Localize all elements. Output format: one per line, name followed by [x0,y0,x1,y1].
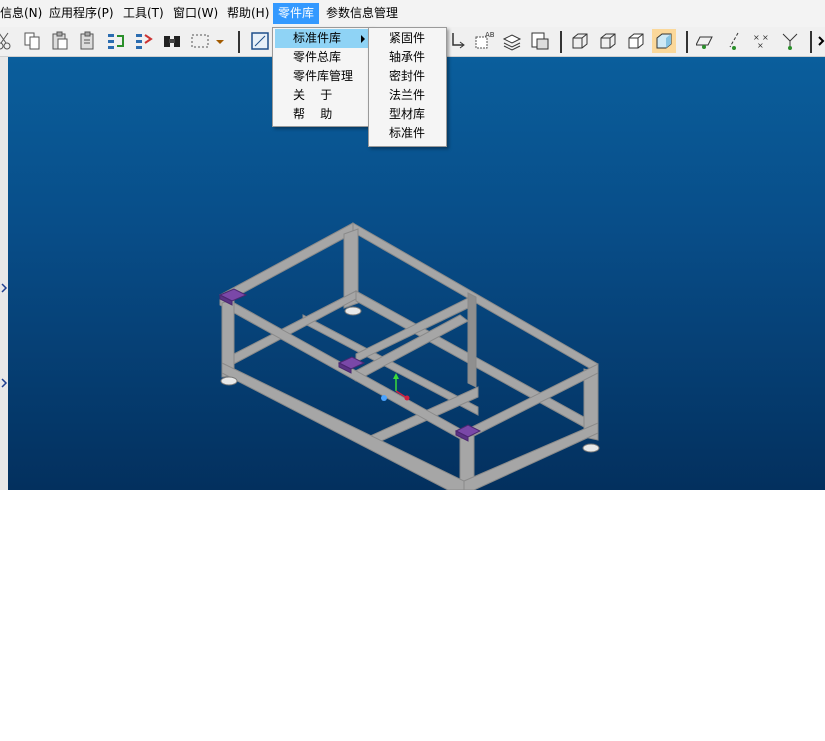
saved-views-icon[interactable] [530,31,550,51]
regen-all-icon[interactable] [134,31,154,51]
parts-library-menu: 标准件库 零件总库 零件库管理 关 于 帮 助 [272,27,374,127]
toolbar-separator [560,31,562,53]
menu-item-label: 标准件 [389,126,426,140]
submenu-item-bearings[interactable]: 轴承件 [371,48,444,67]
layers-icon[interactable] [502,31,522,51]
standard-parts-submenu: 紧固件 轴承件 密封件 法兰件 型材库 标准件 [368,27,447,147]
menu-item-label: 零件库管理 [293,69,354,83]
dropdown-icon[interactable] [214,31,226,51]
datum-icon[interactable] [448,31,468,51]
menu-bar: 信息(N) 应用程序(P) 工具(T) 窗口(W) 帮助(H) 零件库 参数信息… [0,0,825,28]
menu-param-info-management[interactable]: 参数信息管理 [321,3,403,24]
toolbar-separator [686,31,688,53]
cut-icon[interactable] [0,31,14,51]
annotation-icon[interactable]: AB [474,31,494,51]
menu-item-standard-parts-library[interactable]: 标准件库 [275,29,371,48]
menu-item-label: 标准件库 [293,31,342,45]
axis-display-icon[interactable] [724,31,744,51]
plane-display-icon[interactable] [696,31,716,51]
menu-item-label: 紧固件 [389,31,426,45]
menu-item-label: 轴承件 [389,50,426,64]
no-hidden-icon[interactable] [626,31,646,51]
submenu-item-fasteners[interactable]: 紧固件 [371,29,444,48]
menu-item-label: 法兰件 [389,88,426,102]
menu-item-about[interactable]: 关 于 [275,86,371,105]
shading-icon[interactable] [652,29,676,53]
menu-parts-library[interactable]: 零件库 [273,3,320,24]
chevron-right-icon[interactable] [0,282,8,294]
menu-info[interactable]: 信息(N) [0,3,47,24]
submenu-item-flanges[interactable]: 法兰件 [371,86,444,105]
svg-text:AB: AB [485,31,494,39]
menu-item-label: 关 于 [293,88,333,102]
submenu-arrow-icon [361,35,365,43]
submenu-item-profiles[interactable]: 型材库 [371,105,444,124]
svg-text:×: × [757,41,764,50]
submenu-item-seals[interactable]: 密封件 [371,67,444,86]
submenu-item-standard-parts[interactable]: 标准件 [371,124,444,143]
menu-applications[interactable]: 应用程序(P) [44,3,119,24]
toolbar-separator [238,31,240,53]
copy-icon[interactable] [22,31,42,51]
wireframe-icon[interactable] [570,31,590,51]
paste-special-icon[interactable] [78,31,98,51]
chevron-right-icon[interactable] [0,377,8,389]
paste-icon[interactable] [50,31,70,51]
menu-item-help[interactable]: 帮 助 [275,105,371,124]
menu-item-label: 型材库 [389,107,426,121]
csys-display-icon[interactable] [780,31,800,51]
menu-item-label: 零件总库 [293,50,342,64]
menu-tools[interactable]: 工具(T) [118,3,169,24]
menu-window[interactable]: 窗口(W) [168,3,223,24]
toolbar-separator [810,31,812,53]
point-display-icon[interactable]: × ×× [752,31,772,51]
menu-item-parts-library-management[interactable]: 零件库管理 [275,67,371,86]
menu-item-label: 帮 助 [293,107,333,121]
find-icon[interactable] [162,31,182,51]
sketch-view-icon[interactable] [250,31,270,51]
select-box-icon[interactable] [190,31,210,51]
menu-item-label: 密封件 [389,69,426,83]
hidden-line-icon[interactable] [598,31,618,51]
menu-item-parts-master-library[interactable]: 零件总库 [275,48,371,67]
more-icon[interactable] [818,31,825,51]
regen-icon[interactable] [106,31,126,51]
menu-help[interactable]: 帮助(H) [222,3,274,24]
